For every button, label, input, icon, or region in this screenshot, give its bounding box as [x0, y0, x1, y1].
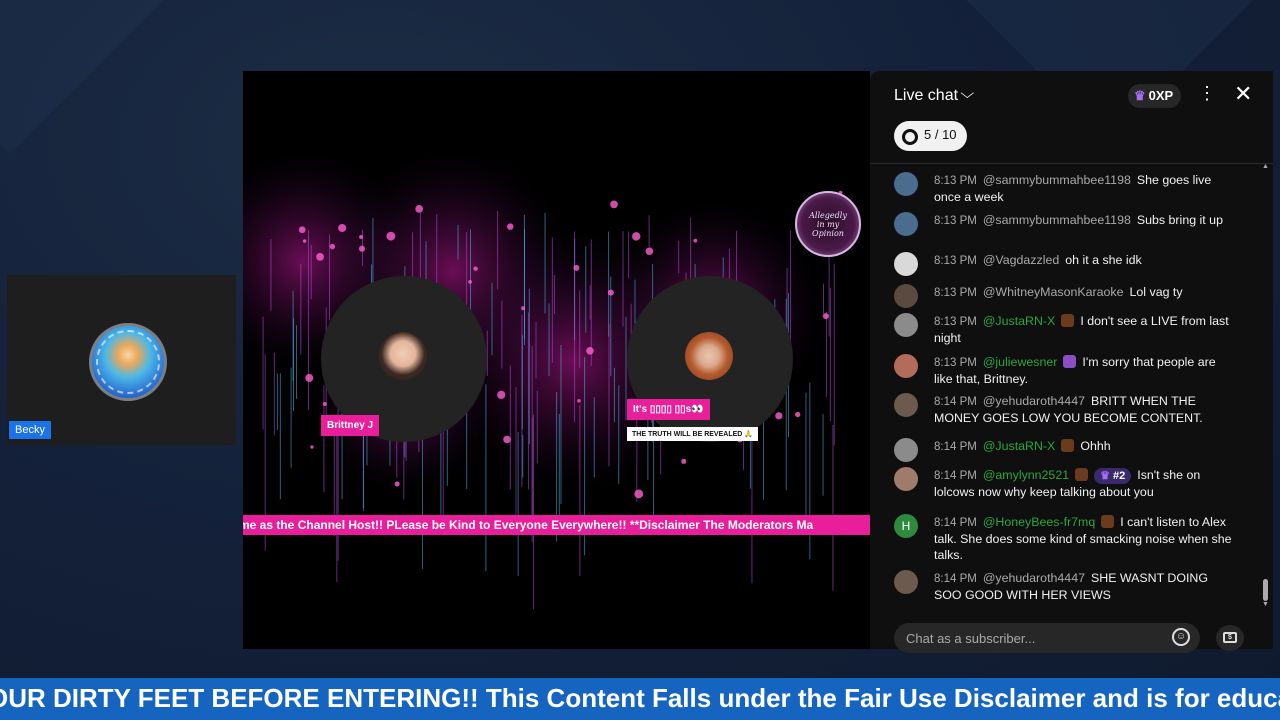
scroll-thumb[interactable] — [1263, 579, 1268, 601]
chat-message[interactable]: 8:14 PM @yehudaroth4447 BRITT WHEN THE MON… — [894, 393, 1234, 426]
chat-message[interactable]: 8:14 PM @yehudaroth4447 SHE WASNT DOING SO… — [894, 570, 1234, 603]
message-author[interactable]: @sammybummahbee1198 — [983, 173, 1131, 187]
crown-icon: ♛ — [1134, 88, 1146, 103]
chat-title[interactable]: Live chat — [894, 87, 958, 105]
message-time: 8:13 PM — [934, 255, 977, 267]
stage-ticker: me as the Channel Host!! PLease be Kind … — [243, 515, 870, 535]
chat-header: Live chat ⌵ ♛ 0XP ⋮ ✕ 5 / 10 — [870, 71, 1273, 164]
message-time: 8:13 PM — [934, 215, 977, 227]
message-author[interactable]: @WhitneyMasonKaraoke — [983, 285, 1124, 299]
message-time: 8:14 PM — [934, 470, 977, 482]
bg-decoration — [0, 0, 194, 154]
message-text: Lol vag ty — [1129, 285, 1183, 299]
emoji-icon[interactable]: ☺ — [1172, 628, 1190, 646]
chat-message[interactable]: 8:13 PM @WhitneyMasonKaraoke Lol vag ty — [894, 284, 1234, 308]
member-badge-icon — [1063, 355, 1077, 368]
rank-value: #2 — [1113, 470, 1126, 482]
message-time: 8:14 PM — [934, 517, 977, 529]
member-badge-icon — [1061, 439, 1075, 452]
message-author[interactable]: @JustaRN-X — [983, 439, 1055, 453]
chat-message[interactable]: 8:13 PM @Vagdazzled oh it a she idk — [894, 252, 1234, 276]
scroll-up-icon[interactable]: ▲ — [1262, 163, 1269, 170]
chat-input[interactable]: Chat as a subscriber... ☺ — [894, 623, 1200, 653]
avatar[interactable] — [894, 252, 918, 276]
chat-input-bar: Chat as a subscriber... ☺ $ — [870, 613, 1273, 653]
target-icon — [902, 129, 918, 145]
message-author[interactable]: @yehudaroth4447 — [983, 571, 1085, 585]
chat-scrollbar[interactable]: ▲ ▼ — [1262, 163, 1269, 609]
speaker-avatar — [685, 332, 733, 380]
avatar[interactable] — [894, 284, 918, 308]
chat-input-placeholder: Chat as a subscriber... — [906, 631, 1036, 646]
avatar[interactable] — [894, 467, 918, 491]
speaker-subtitle: THE TRUTH WILL BE REVEALED 🙏 — [627, 427, 758, 441]
message-author[interactable]: @juliewesner — [983, 355, 1058, 369]
message-time: 8:13 PM — [934, 357, 977, 369]
chat-message[interactable]: 8:13 PM @sammybummahbee1198 She goes live … — [894, 172, 1234, 205]
member-badge-icon — [1101, 515, 1115, 528]
chat-message[interactable]: H 8:14 PM @HoneyBees-fr7mq I can't listen t… — [894, 514, 1234, 563]
message-time: 8:13 PM — [934, 287, 977, 299]
bottom-ticker: OUR DIRTY FEET BEFORE ENTERING!! This Co… — [0, 678, 1280, 720]
rank-badge: ♛ #2 — [1094, 468, 1132, 484]
message-author[interactable]: @amylynn2521 — [983, 468, 1069, 482]
bottom-ticker-text: OUR DIRTY FEET BEFORE ENTERING!! This Co… — [0, 683, 1280, 713]
message-time: 8:14 PM — [934, 396, 977, 408]
message-text: Subs bring it up — [1136, 213, 1223, 227]
message-author[interactable]: @HoneyBees-fr7mq — [983, 515, 1095, 529]
live-chat-panel: Live chat ⌵ ♛ 0XP ⋮ ✕ 5 / 10 8:13 PM @samm… — [870, 71, 1273, 653]
guest-name-label: Becky — [9, 421, 51, 439]
scroll-down-icon[interactable]: ▼ — [1262, 601, 1269, 608]
xp-badge[interactable]: ♛ 0XP — [1128, 84, 1182, 108]
avatar[interactable] — [894, 438, 918, 462]
message-text: Ohhh — [1080, 439, 1111, 453]
super-chat-button[interactable]: $ — [1216, 625, 1244, 651]
message-time: 8:13 PM — [934, 175, 977, 187]
chevron-down-icon[interactable]: ⌵ — [960, 85, 974, 102]
xp-value: 0XP — [1148, 88, 1174, 103]
message-time: 8:14 PM — [934, 441, 977, 453]
dollar-icon: $ — [1223, 632, 1237, 643]
message-author[interactable]: @Vagdazzled — [983, 253, 1059, 267]
message-author[interactable]: @yehudaroth4447 — [983, 394, 1085, 408]
message-author[interactable]: @sammybummahbee1198 — [983, 213, 1131, 227]
avatar[interactable] — [894, 570, 918, 594]
speaker-nameplate: Brittney J — [321, 415, 380, 436]
message-time: 8:13 PM — [934, 316, 977, 328]
message-author[interactable]: @JustaRN-X — [983, 314, 1055, 328]
guest-tile[interactable]: Becky — [7, 275, 236, 445]
stream-stage[interactable]: Allegedly in my Opinion Brittney J It's ▯▯… — [243, 71, 870, 649]
speaker-avatar — [379, 332, 427, 380]
chat-message-list[interactable]: 8:13 PM @sammybummahbee1198 She goes live … — [870, 164, 1260, 614]
chat-message[interactable]: 8:14 PM @JustaRN-X Ohhh — [894, 438, 1234, 462]
avatar[interactable] — [894, 393, 918, 417]
stage-ticker-text: me as the Channel Host!! PLease be Kind … — [243, 518, 814, 532]
crown-icon: ♛ — [1100, 470, 1114, 482]
message-time: 8:14 PM — [934, 573, 977, 585]
speaker-nameplate: It's ▯▯▯▯ ▯▯s👀 — [627, 399, 710, 420]
avatar[interactable] — [894, 172, 918, 196]
avatar[interactable] — [894, 354, 918, 378]
chat-message[interactable]: 8:13 PM @juliewesner I'm sorry that people… — [894, 354, 1234, 387]
member-badge-icon — [1075, 468, 1089, 481]
channel-logo: Allegedly in my Opinion — [795, 191, 861, 257]
chat-message[interactable]: 8:13 PM @JustaRN-X I don't see a LIVE from… — [894, 313, 1234, 346]
guest-avatar — [89, 323, 167, 401]
close-icon[interactable]: ✕ — [1234, 81, 1252, 107]
avatar[interactable] — [894, 212, 918, 236]
chat-message[interactable]: 8:13 PM @sammybummahbee1198 Subs bring it … — [894, 212, 1234, 236]
more-options-icon[interactable]: ⋮ — [1198, 83, 1216, 104]
message-text: I don't see a LIVE from last night — [934, 314, 1229, 345]
member-badge-icon — [1061, 314, 1075, 327]
chat-message[interactable]: 8:14 PM @amylynn2521 ♛ #2 Isn't she on lolc… — [894, 467, 1234, 500]
avatar[interactable]: H — [894, 514, 918, 538]
goal-progress-chip[interactable]: 5 / 10 — [894, 121, 967, 151]
message-text: oh it a she idk — [1065, 253, 1142, 267]
avatar[interactable] — [894, 313, 918, 337]
goal-progress-text: 5 / 10 — [924, 127, 957, 142]
